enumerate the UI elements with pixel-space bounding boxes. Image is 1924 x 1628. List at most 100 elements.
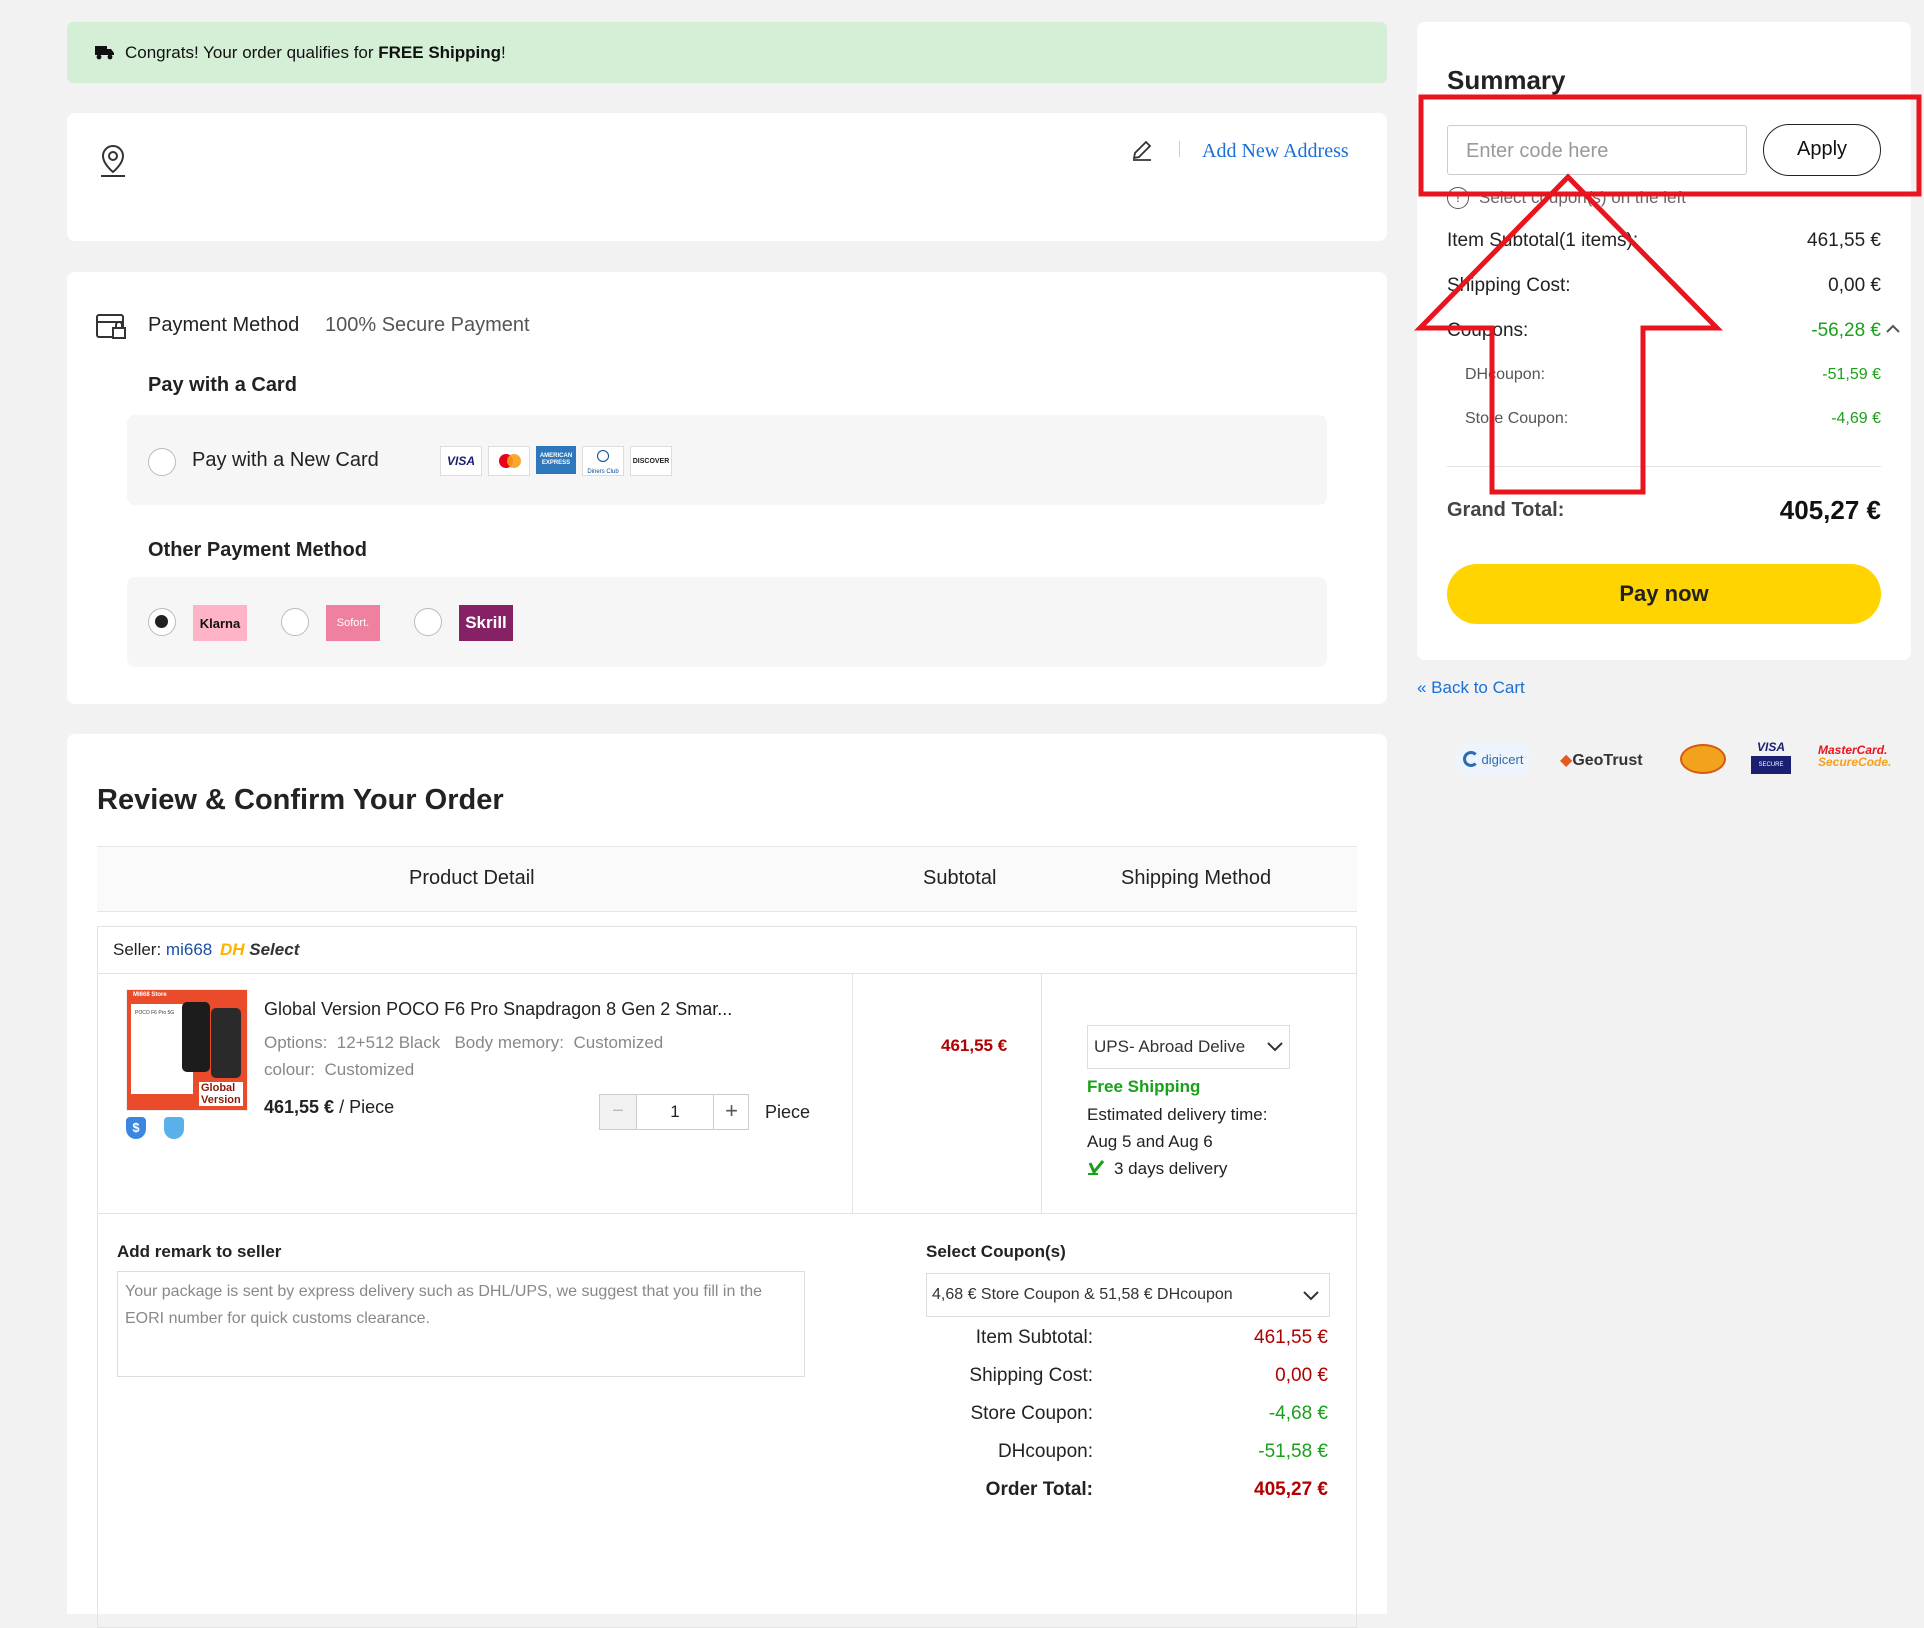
amex-icon: AMERICAN EXPRESS: [536, 446, 576, 474]
seller-label: Seller:: [113, 940, 166, 959]
mastercard-securecode-logo: MasterCard. SecureCode.: [1818, 743, 1892, 769]
decrease-button[interactable]: −: [600, 1095, 637, 1129]
verified-by-visa-logo: VISA SECURE: [1751, 740, 1791, 778]
edit-pencil-icon[interactable]: [1130, 138, 1154, 167]
visa-icon: VISA: [440, 446, 482, 476]
sofort-logo[interactable]: Sofort.: [326, 605, 380, 641]
row-divider: [98, 1213, 1356, 1214]
quantity-input[interactable]: 1: [637, 1095, 713, 1129]
chevron-down-icon: [1302, 1289, 1320, 1307]
options-label: Options:: [264, 1033, 328, 1052]
return-badge-icon: [164, 1117, 184, 1139]
payment-card: Payment Method 100% Secure Payment Pay w…: [67, 272, 1387, 704]
skrill-radio[interactable]: [414, 608, 442, 636]
unit-price: 461,55 €: [264, 1097, 335, 1117]
free-shipping-banner: Congrats! Your order qualifies for FREE …: [67, 22, 1387, 83]
coupon-select[interactable]: 4,68 € Store Coupon & 51,58 € DHcoupon: [926, 1273, 1330, 1317]
new-card-option[interactable]: Pay with a New Card VISA AMERICAN EXPRES…: [127, 415, 1327, 505]
banner-suffix: !: [501, 43, 506, 62]
review-title: Review & Confirm Your Order: [97, 784, 504, 816]
column-divider: [852, 973, 853, 1213]
chevron-down-icon: [1266, 1040, 1284, 1058]
review-card: Review & Confirm Your Order Product Deta…: [67, 734, 1387, 1628]
summary-shipping: Shipping Cost: 0,00 €: [1447, 275, 1881, 296]
apply-button[interactable]: Apply: [1763, 124, 1881, 176]
grand-total-label: Grand Total:: [1447, 499, 1565, 521]
seller-name-link[interactable]: mi668: [166, 940, 212, 959]
skrill-logo[interactable]: Skrill: [459, 605, 513, 641]
chevron-up-icon[interactable]: [1885, 322, 1901, 340]
klarna-logo[interactable]: Klarna: [193, 605, 247, 641]
summary-title: Summary: [1447, 65, 1566, 95]
select-coupons-label: Select Coupon(s): [926, 1242, 1066, 1261]
shipping-method-select[interactable]: UPS- Abroad Delive: [1087, 1025, 1290, 1069]
options-value: 12+512 Black: [336, 1033, 441, 1052]
banner-bold: FREE Shipping: [378, 43, 502, 62]
fast-delivery-icon: [1087, 1159, 1107, 1182]
new-card-label: Pay with a New Card: [192, 449, 379, 471]
geotrust-logo: ◆GeoTrust: [1560, 752, 1643, 769]
secure-seal-logo: [1680, 744, 1726, 774]
totals-row: Item Subtotal: 461,55 €: [975, 1327, 1328, 1348]
other-payment-options: Klarna Sofort. Skrill: [127, 577, 1327, 667]
colour-label: colour:: [264, 1060, 316, 1079]
banner-text: Congrats! Your order qualifies for: [125, 43, 379, 62]
new-card-radio[interactable]: [148, 448, 176, 476]
totals-row: Store Coupon: -4,68 €: [970, 1403, 1328, 1424]
est-delivery-dates: Aug 5 and Aug 6: [1087, 1132, 1213, 1151]
coupon-code-input[interactable]: Enter code here: [1447, 125, 1747, 175]
select-coupons-note: Select coupon(s) on the left: [1479, 188, 1686, 207]
info-icon: !: [1447, 187, 1469, 209]
pay-with-card-heading: Pay with a Card: [148, 374, 297, 396]
truck-icon: [94, 43, 116, 66]
dh-select-badge: DH Select: [219, 940, 300, 959]
address-card: Add New Address: [67, 113, 1387, 241]
product-thumbnail[interactable]: MI668 Store POCO F6 Pro 5G Global Version: [126, 989, 248, 1111]
product-subtotal: 461,55 €: [941, 1036, 1008, 1055]
location-pin-icon: [97, 143, 129, 184]
mastercard-icon: [488, 446, 530, 476]
header-shipping-method: Shipping Method: [1121, 867, 1272, 889]
pay-now-button[interactable]: Pay now: [1447, 564, 1881, 624]
add-new-address-link[interactable]: Add New Address: [1202, 140, 1349, 163]
totals-row: DHcoupon: -51,58 €: [997, 1441, 1328, 1462]
memory-label: Body memory:: [454, 1033, 565, 1052]
column-divider: [1041, 973, 1042, 1213]
header-product-detail: Product Detail: [409, 867, 535, 889]
discover-icon: DISCOVER: [630, 446, 672, 476]
secure-payment-text: 100% Secure Payment: [325, 314, 530, 336]
sofort-radio[interactable]: [281, 608, 309, 636]
guarantee-badge-icon: $: [126, 1117, 146, 1139]
back-to-cart-link[interactable]: « Back to Cart: [1417, 678, 1525, 698]
other-payment-heading: Other Payment Method: [148, 539, 367, 561]
card-brand-logos: VISA AMERICAN EXPRESS Diners Club DISCOV…: [440, 446, 672, 476]
summary-card: Summary Enter code here Apply ! Select c…: [1417, 22, 1911, 660]
delivery-days: 3 days delivery: [1114, 1159, 1228, 1178]
table-header: Product Detail Subtotal Shipping Method: [97, 846, 1357, 912]
quantity-unit: Piece: [765, 1102, 811, 1122]
secure-card-icon: [95, 312, 129, 347]
remark-label: Add remark to seller: [117, 1242, 282, 1261]
seller-box: Seller: mi668 DH Select MI668 Store POCO…: [97, 926, 1357, 1628]
summary-divider: [1447, 466, 1881, 467]
grand-total-value: 405,27 €: [1779, 495, 1881, 525]
digicert-logo: digicert: [1455, 742, 1531, 776]
diners-club-icon: Diners Club: [582, 446, 624, 476]
est-delivery-label: Estimated delivery time:: [1087, 1105, 1268, 1124]
quantity-stepper: − 1 +: [599, 1094, 749, 1130]
summary-store-coupon: Store Coupon: -4,69 €: [1465, 410, 1881, 427]
klarna-radio[interactable]: [148, 608, 176, 636]
summary-item-subtotal: Item Subtotal(1 items): 461,55 €: [1447, 230, 1881, 251]
product-name-link[interactable]: Global Version POCO F6 Pro Snapdragon 8 …: [264, 999, 732, 1020]
divider: [1179, 141, 1180, 157]
payment-method-title: Payment Method: [148, 314, 300, 336]
increase-button[interactable]: +: [713, 1095, 749, 1129]
summary-coupons[interactable]: Coupons: -56,28 €: [1447, 320, 1881, 342]
trust-badges: digicert ◆GeoTrust VISA SECURE MasterCard…: [1455, 738, 1891, 782]
totals-row: Shipping Cost: 0,00 €: [969, 1365, 1328, 1386]
memory-value: Customized: [573, 1033, 664, 1052]
totals-row: Order Total: 405,27 €: [985, 1479, 1328, 1500]
remark-textarea[interactable]: Your package is sent by express delivery…: [117, 1271, 805, 1377]
header-subtotal: Subtotal: [923, 867, 997, 889]
unit-label: / Piece: [334, 1097, 395, 1117]
